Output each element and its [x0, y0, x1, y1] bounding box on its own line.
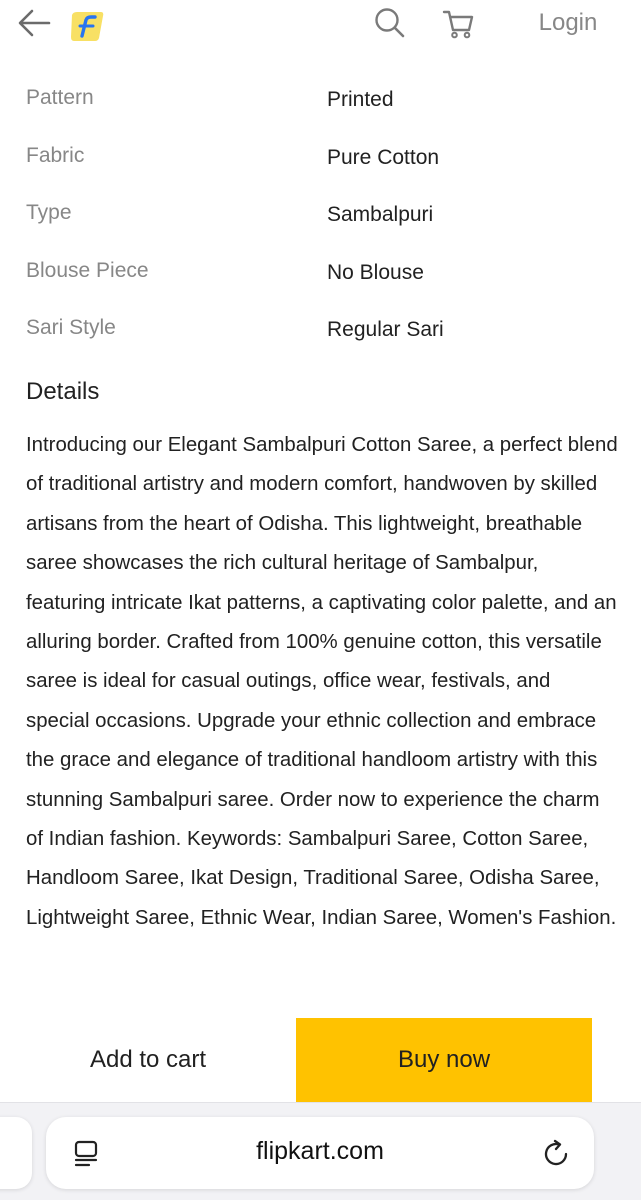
spec-value: Printed: [327, 88, 394, 111]
flipkart-logo[interactable]: [68, 9, 106, 43]
spec-value: Pure Cotton: [327, 145, 440, 169]
spec-value: Sambalpuri: [327, 203, 434, 226]
page: Login Pattern Printed Fabric Pure Cotton…: [0, 0, 641, 1200]
buy-now-button[interactable]: Buy now: [296, 1018, 592, 1102]
previous-tab-preview[interactable]: [0, 1117, 32, 1189]
spec-label: Sari Style: [26, 316, 116, 339]
spec-row-blouse-piece: Blouse Piece No Blouse: [26, 253, 616, 311]
address-bar[interactable]: flipkart.com: [46, 1117, 594, 1189]
back-button[interactable]: [16, 6, 52, 40]
spec-row-fabric: Fabric Pure Cotton: [26, 138, 616, 196]
cart-button[interactable]: [440, 6, 476, 42]
url-text: flipkart.com: [256, 1137, 384, 1165]
arrow-left-icon: [18, 9, 51, 37]
spec-label: Pattern: [26, 86, 94, 109]
spec-row-type: Type Sambalpuri: [26, 195, 616, 253]
spec-label: Blouse Piece: [26, 258, 149, 282]
details-description: Introducing our Elegant Sambalpuri Cotto…: [26, 434, 618, 929]
search-icon: [375, 8, 405, 38]
browser-toolbar: flipkart.com: [0, 1102, 641, 1200]
spec-value: Regular Sari: [327, 318, 444, 341]
specifications-table: Pattern Printed Fabric Pure Cotton Type …: [26, 80, 616, 368]
spec-label: Fabric: [26, 143, 85, 167]
reload-icon[interactable]: [542, 1139, 572, 1169]
spec-value: No Blouse: [327, 260, 424, 284]
add-to-cart-button[interactable]: Add to cart: [0, 1018, 296, 1102]
spec-label: Type: [26, 201, 72, 224]
details-heading: Details: [26, 378, 100, 405]
spec-row-pattern: Pattern Printed: [26, 80, 616, 138]
top-header: Login: [0, 0, 641, 50]
search-button[interactable]: [372, 5, 408, 41]
spec-row-sari-style: Sari Style Regular Sari: [26, 310, 616, 368]
cart-icon: [442, 10, 474, 39]
login-button[interactable]: Login: [520, 6, 616, 40]
